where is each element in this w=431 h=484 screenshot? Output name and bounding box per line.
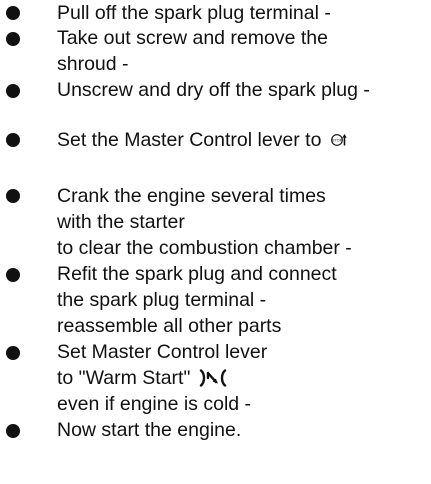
step-text: the spark plug terminal - (57, 289, 267, 311)
step-text: Pull off the spark plug terminal - (57, 2, 331, 24)
step-text: to "Warm Start" (57, 367, 228, 389)
step-text: Set Master Control lever (57, 341, 268, 363)
bullet-icon (6, 268, 20, 282)
bullet-icon (6, 189, 20, 203)
bullet-icon (6, 32, 20, 46)
bullet-icon (6, 346, 20, 360)
step-text: Set the Master Control lever to STOP (57, 129, 347, 151)
step-text: to clear the combustion chamber - (57, 237, 352, 259)
step-text: Unscrew and dry off the spark plug - (57, 79, 370, 101)
step-text: Now start the engine. (57, 419, 242, 441)
step-text: even if engine is cold - (57, 393, 252, 415)
step-text: reassemble all other parts (57, 315, 282, 337)
stop-icon-label: STOP (332, 139, 343, 143)
step-text: with the starter (57, 211, 185, 233)
step-text: Refit the spark plug and connect (57, 263, 337, 285)
warm-start-icon (198, 369, 228, 387)
step-text: Take out screw and remove the (57, 27, 328, 49)
step-text: Crank the engine several times (57, 185, 326, 207)
bullet-icon (6, 84, 20, 98)
step-text-part: to "Warm Start" (57, 367, 191, 389)
bullet-icon (6, 6, 20, 20)
step-text: shroud - (57, 53, 129, 75)
bullet-icon (6, 424, 20, 438)
bullet-icon (6, 133, 20, 147)
stop-arrow-icon: STOP (330, 130, 347, 146)
step-text-part: Set the Master Control lever to (57, 129, 322, 151)
